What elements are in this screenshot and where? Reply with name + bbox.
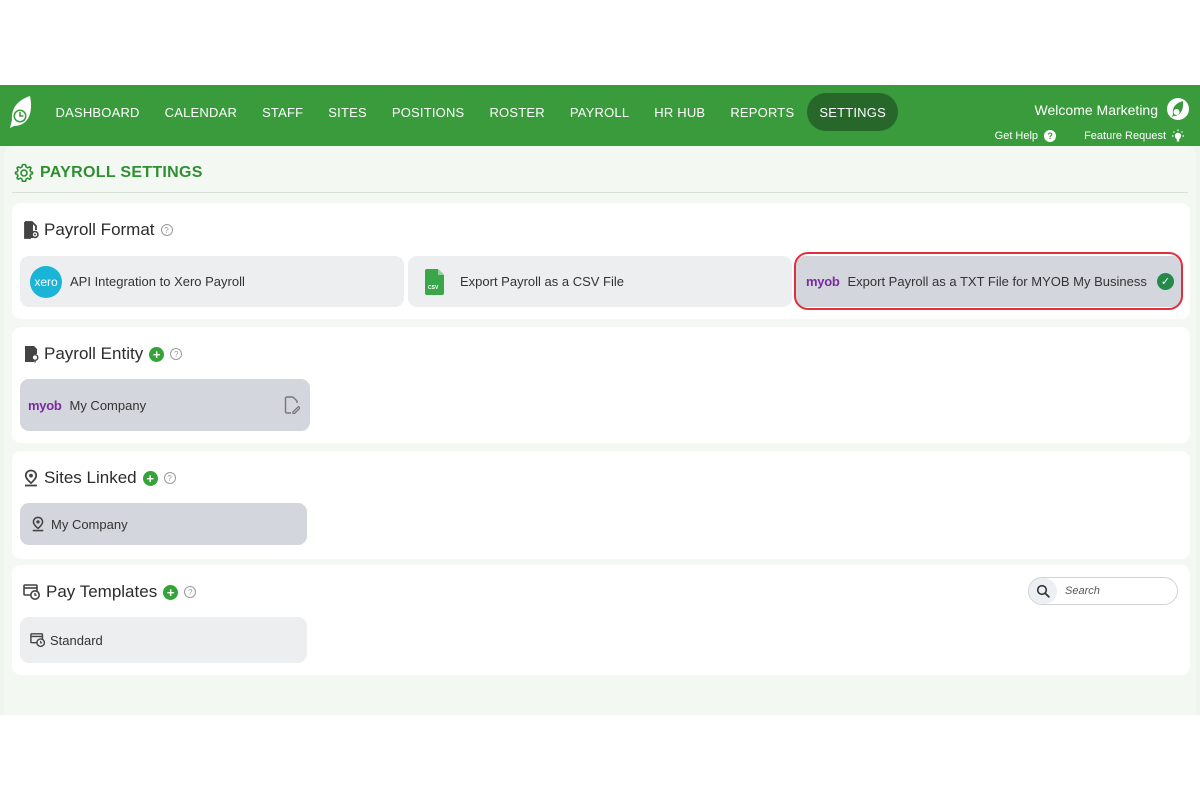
search-icon[interactable]: [1029, 578, 1057, 604]
format-option-label: Export Payroll as a TXT File for MYOB My…: [847, 274, 1147, 289]
payroll-entity-header: Payroll Entity + ?: [23, 344, 183, 364]
feature-request-label: Feature Request: [1084, 130, 1166, 142]
nav-item-positions[interactable]: POSITIONS: [379, 93, 477, 131]
add-template-icon[interactable]: +: [163, 584, 179, 600]
template-item-standard[interactable]: Standard: [20, 617, 307, 663]
help-question-icon: ?: [1044, 130, 1057, 142]
welcome-text: Welcome Marketing: [1034, 102, 1158, 118]
page-header: PAYROLL SETTINGS: [14, 163, 203, 183]
nav-item-staff[interactable]: STAFF: [250, 93, 316, 131]
nav-item-dashboard[interactable]: DASHBOARD: [43, 93, 152, 131]
add-site-icon[interactable]: +: [142, 470, 158, 486]
myob-logo-icon: myob: [806, 274, 840, 289]
location-pin-icon: [24, 469, 38, 487]
nav-item-hr-hub[interactable]: HR HUB: [642, 93, 718, 131]
app-logo-icon[interactable]: [8, 94, 36, 130]
payroll-format-title: Payroll Format: [44, 220, 155, 239]
document-settings-icon: [24, 221, 39, 239]
payroll-format-help-icon[interactable]: ?: [160, 224, 173, 236]
nav-item-roster[interactable]: ROSTER: [477, 93, 557, 131]
gear-icon: [14, 163, 34, 182]
page-title: PAYROLL SETTINGS: [40, 164, 203, 181]
header-divider: [12, 192, 1188, 193]
top-nav: DASHBOARD CALENDAR STAFF SITES POSITIONS…: [0, 85, 1200, 146]
nav-menu: DASHBOARD CALENDAR STAFF SITES POSITIONS…: [43, 93, 899, 131]
template-item-label: Standard: [50, 632, 103, 648]
format-option-label: Export Payroll as a CSV File: [460, 274, 625, 289]
selected-check-icon: ✓: [1157, 273, 1174, 290]
nav-item-payroll[interactable]: PAYROLL: [557, 93, 641, 131]
pay-templates-card: Pay Templates + ? Search Standard: [12, 565, 1190, 675]
pay-templates-help-icon[interactable]: ?: [184, 586, 197, 598]
location-pin-icon: [32, 516, 44, 532]
feature-request-link[interactable]: Feature Request: [1084, 129, 1186, 143]
pay-template-icon: [30, 633, 46, 648]
xero-logo-icon: xero: [30, 265, 62, 298]
document-location-icon: [25, 346, 39, 363]
get-help-label: Get Help: [994, 130, 1039, 142]
template-search: [1028, 577, 1178, 605]
pay-templates-title: Pay Templates: [46, 582, 158, 601]
format-option-myob[interactable]: myob Export Payroll as a TXT File for MY…: [796, 256, 1182, 307]
sites-linked-card: Sites Linked + ? My Company: [12, 451, 1190, 559]
sites-linked-help-icon[interactable]: ?: [163, 472, 176, 484]
site-item-my-company[interactable]: My Company: [20, 503, 307, 545]
format-option-csv[interactable]: CSV Export Payroll as a CSV File: [408, 256, 792, 307]
main-content: PAYROLL SETTINGS Payroll Format ? xero A…: [4, 146, 1196, 715]
lightbulb-icon: [1172, 129, 1184, 142]
csv-file-icon: [425, 268, 444, 295]
app-frame: DASHBOARD CALENDAR STAFF SITES POSITIONS…: [0, 85, 1200, 715]
user-avatar-icon[interactable]: [1166, 97, 1190, 121]
payroll-format-card: Payroll Format ? xero API Integration to…: [12, 203, 1190, 319]
nav-item-calendar[interactable]: CALENDAR: [152, 93, 249, 131]
myob-logo-icon: myob: [28, 397, 62, 413]
pay-templates-header: Pay Templates + ?: [23, 582, 197, 602]
payroll-entity-help-icon[interactable]: ?: [170, 348, 183, 360]
entity-item-label: My Company: [69, 397, 147, 413]
entity-item-my-company[interactable]: myob My Company: [20, 379, 310, 431]
payroll-entity-card: Payroll Entity + ? myob My Company: [12, 327, 1190, 443]
pay-template-icon: [23, 584, 40, 600]
add-entity-icon[interactable]: +: [149, 346, 165, 362]
nav-item-sites[interactable]: SITES: [316, 93, 380, 131]
format-option-xero[interactable]: xero API Integration to Xero Payroll: [20, 256, 404, 307]
payroll-entity-title: Payroll Entity: [44, 344, 144, 363]
nav-item-reports[interactable]: REPORTS: [718, 93, 807, 131]
nav-item-settings[interactable]: SETTINGS: [806, 93, 899, 131]
search-input[interactable]: [1065, 585, 1165, 597]
site-item-label: My Company: [51, 516, 128, 532]
csv-file-label: CSV: [428, 285, 439, 291]
payroll-format-header: Payroll Format ?: [23, 220, 173, 240]
sites-linked-header: Sites Linked + ?: [23, 468, 176, 488]
help-links: Get Help ? Feature Request: [995, 129, 1186, 143]
get-help-link[interactable]: Get Help ?: [994, 130, 1057, 142]
edit-document-icon[interactable]: [284, 396, 300, 414]
format-option-label: API Integration to Xero Payroll: [70, 274, 245, 289]
sites-linked-title: Sites Linked: [44, 468, 137, 487]
